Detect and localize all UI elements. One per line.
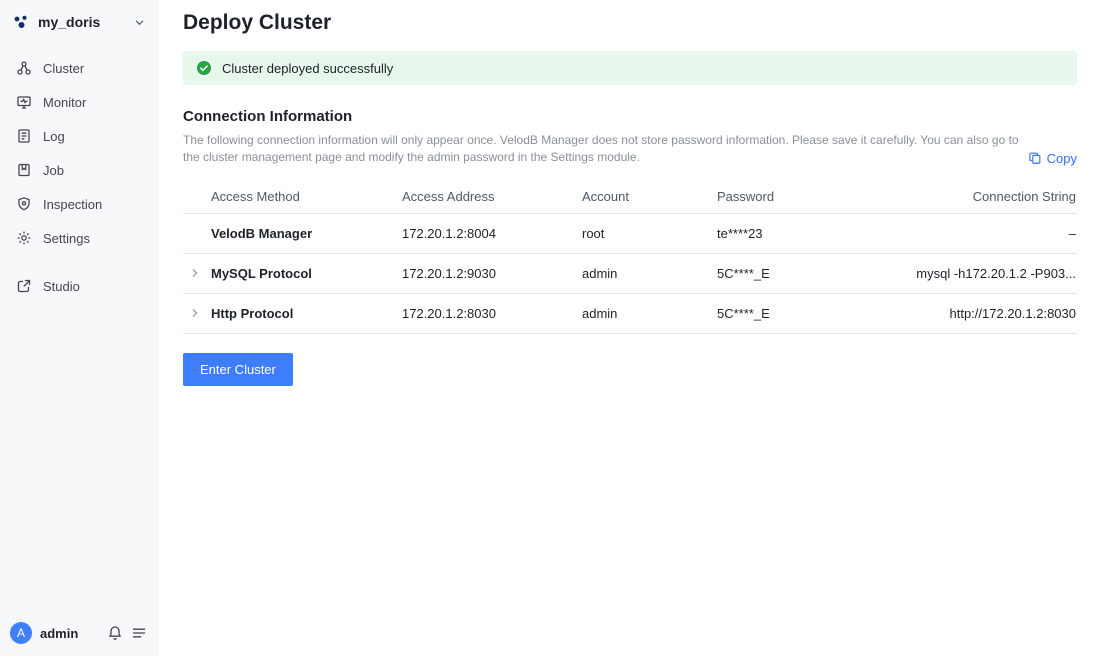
password-cell: 5C****_E [717, 253, 900, 293]
sidebar-menu: Cluster Monitor Log Job Inspection [0, 51, 157, 303]
col-connection-string: Connection String [900, 180, 1077, 214]
inspection-icon [16, 196, 32, 212]
table-row: VelodB Manager 172.20.1.2:8004 root te**… [183, 213, 1077, 253]
sidebar-item-job[interactable]: Job [0, 153, 157, 187]
access-address-cell: 172.20.1.2:9030 [402, 253, 582, 293]
external-link-icon [16, 278, 32, 294]
bell-icon[interactable] [107, 625, 123, 641]
section-title: Connection Information [183, 108, 1077, 125]
success-banner-text: Cluster deployed successfully [222, 61, 393, 76]
sidebar-item-studio[interactable]: Studio [0, 269, 157, 303]
workspace-name: my_doris [38, 14, 126, 30]
sidebar-item-cluster[interactable]: Cluster [0, 51, 157, 85]
enter-cluster-button[interactable]: Enter Cluster [183, 353, 293, 386]
workspace-switcher[interactable]: my_doris [0, 0, 157, 42]
sidebar-item-label: Job [43, 163, 64, 178]
connection-table: Access Method Access Address Account Pas… [183, 180, 1077, 334]
settings-icon [16, 230, 32, 246]
copy-button[interactable]: Copy [1028, 151, 1077, 166]
description-row: The following connection information wil… [183, 132, 1077, 167]
sidebar-item-settings[interactable]: Settings [0, 221, 157, 255]
page-title: Deploy Cluster [183, 11, 1077, 35]
success-banner: Cluster deployed successfully [183, 51, 1077, 85]
copy-label: Copy [1047, 151, 1077, 166]
connection-description: The following connection information wil… [183, 132, 1023, 167]
access-method-cell: Http Protocol [183, 293, 402, 333]
monitor-icon [16, 94, 32, 110]
sidebar-item-label: Log [43, 129, 65, 144]
table-header-row: Access Method Access Address Account Pas… [183, 180, 1077, 214]
cluster-icon [16, 60, 32, 76]
access-address-cell: 172.20.1.2:8030 [402, 293, 582, 333]
copy-icon [1028, 151, 1042, 165]
sidebar-item-monitor[interactable]: Monitor [0, 85, 157, 119]
sidebar-footer: A admin [0, 610, 157, 656]
table-row[interactable]: Http Protocol 172.20.1.2:8030 admin 5C**… [183, 293, 1077, 333]
sidebar: my_doris Cluster Monitor Log [0, 0, 158, 656]
avatar[interactable]: A [10, 622, 32, 644]
col-password: Password [717, 180, 900, 214]
doris-logo [12, 13, 30, 31]
access-method-cell: VelodB Manager [183, 213, 402, 253]
password-cell: te****23 [717, 213, 900, 253]
account-cell: admin [582, 253, 717, 293]
password-cell: 5C****_E [717, 293, 900, 333]
check-circle-icon [196, 60, 212, 76]
col-access-method: Access Method [183, 180, 402, 214]
expand-chevron-icon[interactable] [190, 308, 200, 318]
chevron-down-icon [134, 17, 145, 28]
sidebar-item-label: Studio [43, 279, 80, 294]
sidebar-item-label: Inspection [43, 197, 102, 212]
connection-string-cell: mysql -h172.20.1.2 -P903... [900, 253, 1077, 293]
sidebar-item-inspection[interactable]: Inspection [0, 187, 157, 221]
connection-string-cell: http://172.20.1.2:8030 [900, 293, 1077, 333]
menu-list-icon[interactable] [131, 625, 147, 641]
job-icon [16, 162, 32, 178]
log-icon [16, 128, 32, 144]
col-access-address: Access Address [402, 180, 582, 214]
expand-chevron-icon[interactable] [190, 268, 200, 278]
table-row[interactable]: MySQL Protocol 172.20.1.2:9030 admin 5C*… [183, 253, 1077, 293]
sidebar-item-label: Cluster [43, 61, 84, 76]
account-cell: root [582, 213, 717, 253]
connection-string-cell: – [900, 213, 1077, 253]
main-content: Deploy Cluster Cluster deployed successf… [158, 0, 1098, 656]
sidebar-item-log[interactable]: Log [0, 119, 157, 153]
access-address-cell: 172.20.1.2:8004 [402, 213, 582, 253]
col-account: Account [582, 180, 717, 214]
sidebar-item-label: Monitor [43, 95, 86, 110]
user-name: admin [40, 626, 99, 641]
sidebar-item-label: Settings [43, 231, 90, 246]
account-cell: admin [582, 293, 717, 333]
access-method-cell: MySQL Protocol [183, 253, 402, 293]
